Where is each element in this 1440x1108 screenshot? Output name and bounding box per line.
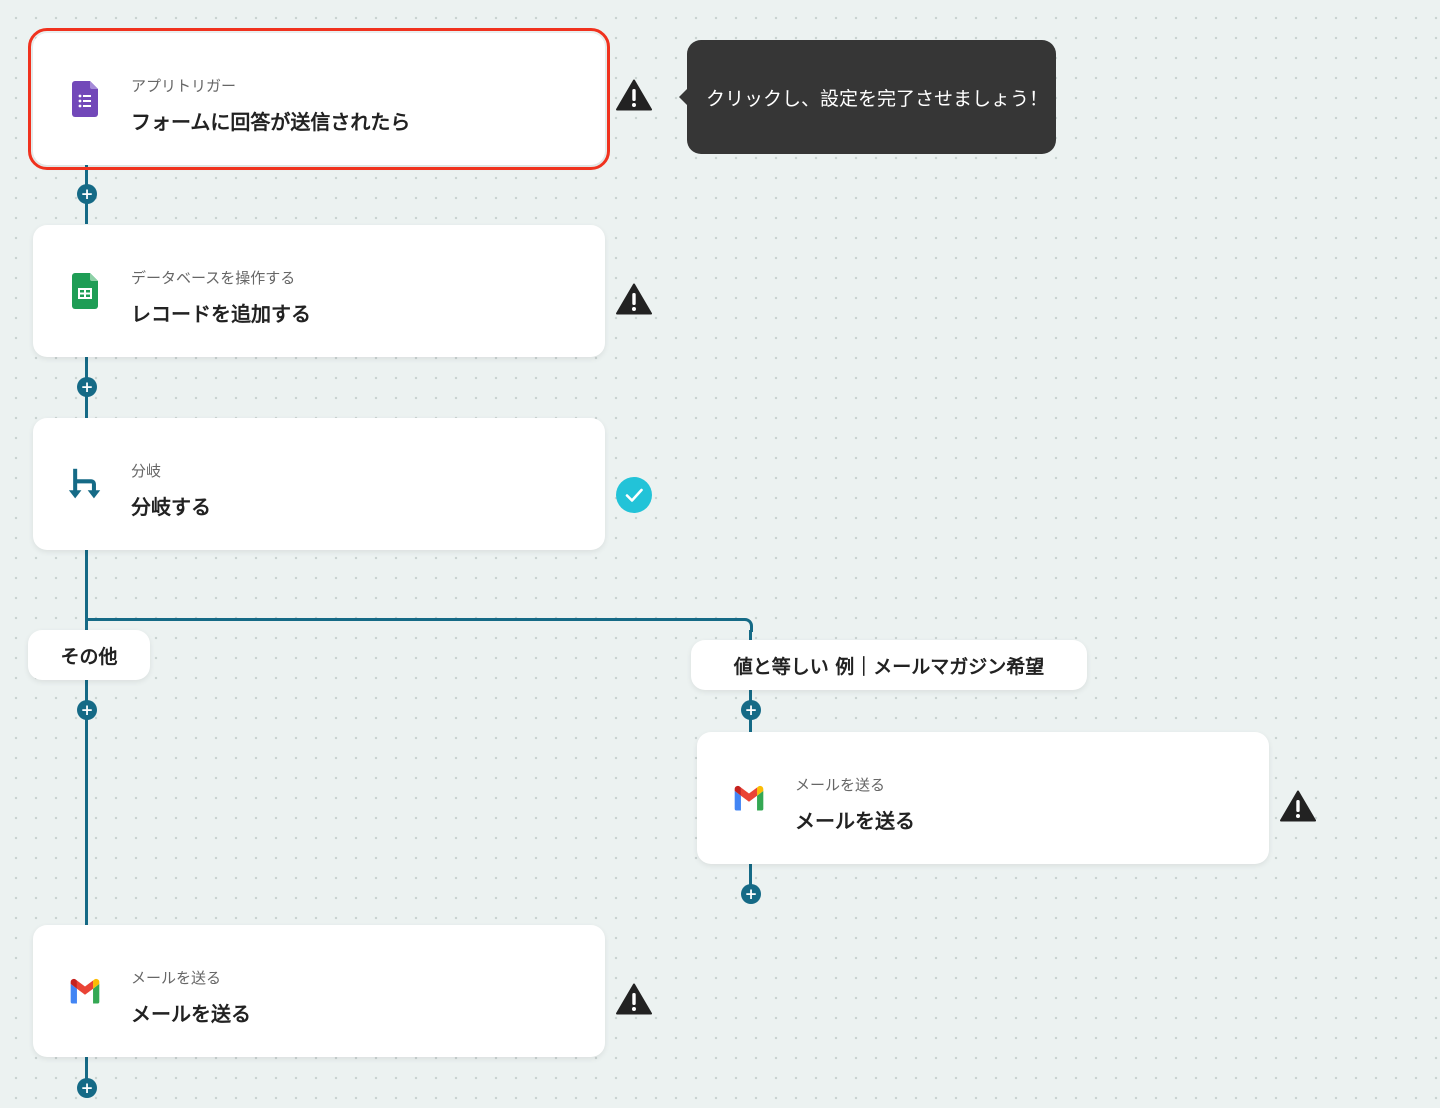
tooltip-text: クリックし、設定を完了させましょう！ — [706, 87, 1049, 110]
branch-step-card[interactable]: 分岐 分岐する — [33, 418, 605, 550]
step-subtitle: アプリトリガー — [131, 77, 237, 95]
gmail-icon — [68, 973, 102, 1009]
google-sheets-icon — [68, 273, 102, 309]
flow-canvas[interactable]: + + + + + + アプリトリガー フォームに回答が送信されたら クリックし… — [0, 0, 1440, 1108]
add-record-step-card[interactable]: データベースを操作する レコードを追加する — [33, 225, 605, 357]
step-subtitle: 分岐 — [131, 462, 162, 480]
add-step-button[interactable]: + — [77, 184, 97, 204]
trigger-step-card[interactable]: アプリトリガー フォームに回答が送信されたら — [28, 28, 610, 170]
add-step-button[interactable]: + — [741, 884, 761, 904]
step-title: メールを送る — [795, 809, 915, 833]
tooltip-arrow — [679, 89, 687, 105]
warning-icon — [615, 76, 653, 114]
branch-icon — [68, 466, 102, 502]
setup-tooltip: クリックし、設定を完了させましょう！ — [679, 40, 1056, 154]
connector-line — [85, 549, 88, 925]
warning-icon — [1279, 787, 1317, 825]
branch-label-condition[interactable]: 値と等しい 例｜メールマガジン希望 — [691, 640, 1087, 690]
check-complete-icon — [615, 476, 653, 514]
warning-icon — [615, 280, 653, 318]
add-step-button[interactable]: + — [77, 700, 97, 720]
branch-label-other[interactable]: その他 — [28, 630, 150, 680]
add-step-button[interactable]: + — [77, 1078, 97, 1098]
gmail-icon — [732, 780, 766, 816]
send-email-step-card[interactable]: メールを送る メールを送る — [33, 925, 605, 1057]
google-forms-icon — [68, 81, 102, 117]
warning-icon — [615, 980, 653, 1018]
step-title: 分岐する — [131, 495, 211, 519]
step-subtitle: メールを送る — [131, 969, 222, 987]
add-step-button[interactable]: + — [77, 377, 97, 397]
step-subtitle: データベースを操作する — [131, 269, 296, 287]
step-title: メールを送る — [131, 1002, 251, 1026]
send-email-step-card[interactable]: メールを送る メールを送る — [697, 732, 1269, 864]
step-title: フォームに回答が送信されたら — [131, 110, 411, 134]
step-subtitle: メールを送る — [795, 776, 886, 794]
branch-connector-line — [85, 618, 739, 621]
step-title: レコードを追加する — [131, 302, 311, 326]
add-step-button[interactable]: + — [741, 700, 761, 720]
